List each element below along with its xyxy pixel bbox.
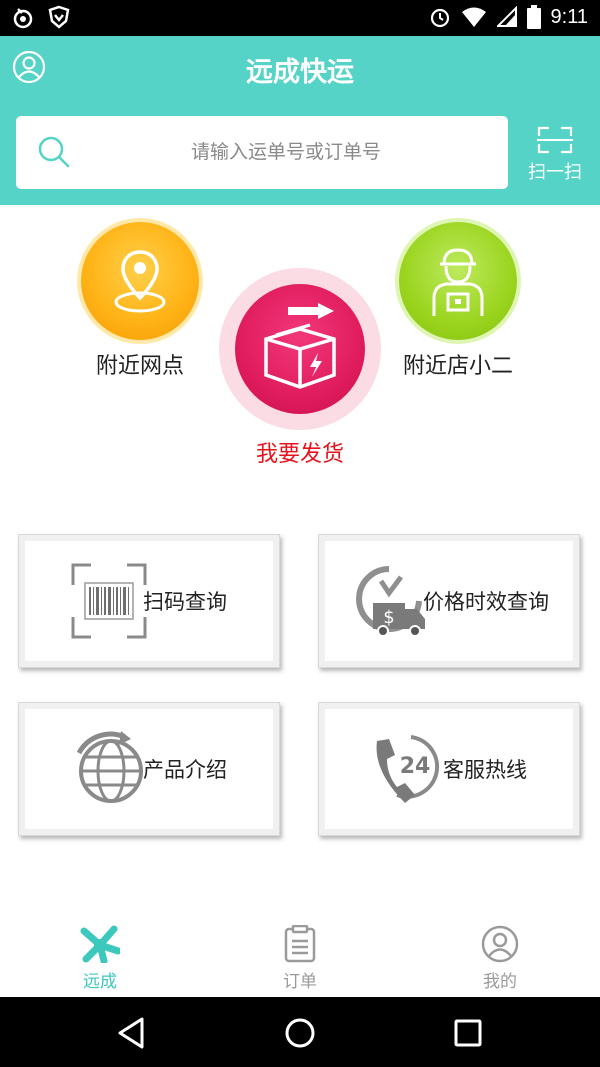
search-icon — [38, 136, 70, 168]
nearby-outlets-circle — [81, 222, 199, 340]
scan-button[interactable]: 扫一扫 — [520, 126, 590, 186]
courier-icon — [432, 248, 484, 316]
tab-mine-label: 我的 — [483, 972, 517, 992]
ship-now-button[interactable]: 我要发货 — [210, 268, 390, 468]
status-bar: 9:11 — [0, 0, 600, 36]
location-pin-icon — [114, 250, 166, 313]
back-icon[interactable] — [114, 1015, 150, 1051]
ship-now-label: 我要发货 — [255, 442, 344, 467]
nearby-helper-label: 附近店小二 — [402, 354, 513, 379]
page-title: 远成快运 — [246, 57, 354, 88]
price-time-query-card[interactable]: $ 价格时效查询 — [318, 534, 580, 668]
status-time: 9:11 — [550, 5, 588, 28]
svg-text:24: 24 — [400, 754, 431, 779]
notification-icon — [13, 8, 33, 29]
user-circle-icon — [481, 925, 519, 963]
service-hotline-card[interactable]: 24 客服热线 — [318, 702, 580, 836]
alarm-icon — [430, 8, 449, 28]
tab-home-label: 远成 — [83, 972, 117, 992]
brand-star-icon — [80, 925, 120, 963]
globe-icon — [76, 731, 143, 803]
clipboard-icon — [284, 925, 316, 963]
home-icon[interactable] — [282, 1015, 318, 1051]
bottom-tab-bar: 远成 订单 我的 — [0, 915, 600, 997]
product-intro-card[interactable]: 产品介绍 — [18, 702, 280, 836]
product-intro-label: 产品介绍 — [143, 758, 227, 782]
battery-icon — [526, 5, 541, 29]
barcode-scan-icon — [71, 563, 147, 639]
shield-icon — [48, 5, 70, 29]
wifi-icon — [461, 7, 486, 27]
tab-home[interactable]: 远成 — [40, 925, 160, 992]
tab-orders-label: 订单 — [283, 972, 317, 992]
nearby-outlets-label: 附近网点 — [95, 354, 184, 379]
ship-now-ring — [219, 268, 381, 430]
scan-query-label: 扫码查询 — [143, 590, 227, 614]
nearby-helper-circle — [399, 222, 517, 340]
ship-now-circle — [235, 284, 365, 414]
system-nav-bar — [0, 997, 600, 1067]
recent-apps-icon[interactable] — [450, 1015, 486, 1051]
svg-text:$: $ — [383, 607, 394, 628]
scan-query-card[interactable]: 扫码查询 — [18, 534, 280, 668]
tracking-number-input[interactable] — [96, 132, 476, 172]
tab-mine[interactable]: 我的 — [440, 925, 560, 992]
nearby-outlets-button[interactable]: 附近网点 — [70, 222, 210, 380]
cell-signal-icon — [496, 6, 517, 27]
scan-label: 扫一扫 — [528, 162, 582, 183]
price-time-query-label: 价格时效查询 — [423, 590, 549, 614]
scan-icon — [537, 126, 573, 154]
nearby-helper-button[interactable]: 附近店小二 — [388, 222, 528, 380]
parcel-box-icon — [264, 303, 336, 389]
delivery-truck-clock-icon: $ — [356, 566, 425, 637]
tab-orders[interactable]: 订单 — [240, 925, 360, 992]
app-header: 远成快运 扫一扫 — [0, 36, 600, 205]
service-hotline-label: 客服热线 — [443, 758, 527, 782]
search-box[interactable] — [16, 116, 508, 189]
phone-24h-icon: 24 — [376, 735, 440, 803]
